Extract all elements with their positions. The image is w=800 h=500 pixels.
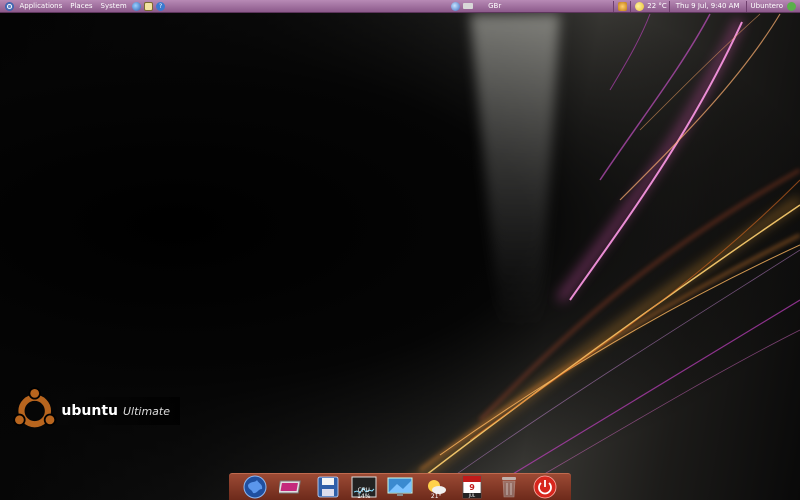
user-status-icon <box>786 1 796 11</box>
dock-item-trash[interactable] <box>496 474 522 500</box>
power-icon <box>533 475 557 499</box>
network-globe-icon[interactable] <box>450 1 460 11</box>
clock[interactable]: Thu 9 Jul, 9:40 AM <box>672 0 744 13</box>
user-name: Ubuntero <box>750 2 784 10</box>
ubuntu-menu-icon <box>5 1 14 11</box>
ubuntu-circle-of-friends-icon <box>13 387 57 428</box>
text-editor-launcher-icon[interactable] <box>144 1 154 11</box>
trash-can-icon <box>501 477 516 498</box>
cpu-usage-label: CPU 14% <box>357 487 371 500</box>
ubuntu-brand-text: ubuntu <box>61 403 118 419</box>
dock-item-calendar[interactable]: 9 JUL <box>459 474 485 500</box>
desktop: Applications Places System ? GBr 22 °C T… <box>0 0 800 500</box>
dock-item-cpu-monitor[interactable]: CPU 14% <box>351 474 377 500</box>
keyboard-layout-indicator[interactable]: GBr <box>488 0 501 13</box>
applications-menu[interactable]: Applications <box>0 0 66 13</box>
calendar-day-number: 9 <box>470 483 476 492</box>
dock-item-desktop[interactable] <box>387 474 413 500</box>
top-panel: Applications Places System ? GBr 22 °C T… <box>0 0 800 13</box>
keyboard-icon[interactable] <box>462 3 473 9</box>
monitor-icon <box>387 477 413 496</box>
ubuntu-ultimate-logo: ubuntu Ultimate <box>10 387 180 432</box>
weather-applet[interactable]: 22 °C <box>633 0 667 13</box>
dock-item-save[interactable] <box>315 474 341 500</box>
floppy-disk-icon <box>317 476 338 498</box>
system-menu[interactable]: System <box>97 0 131 13</box>
ubuntu-edition-text: Ultimate <box>122 404 170 418</box>
dock-item-shutdown[interactable] <box>532 474 558 500</box>
weather-temperature: 22 °C <box>647 2 667 10</box>
photo-frame-icon <box>279 480 302 494</box>
system-menu-label: System <box>100 2 127 10</box>
globe-icon <box>243 475 267 499</box>
dock-item-photos[interactable] <box>278 474 304 500</box>
cloudy-weather-icon <box>634 1 644 11</box>
dock-item-browser[interactable] <box>242 474 268 500</box>
calendar-month-text: JUL <box>468 493 476 498</box>
dock: CPU 14% 21° 9 JUL <box>229 473 571 500</box>
web-browser-launcher-icon[interactable] <box>132 1 142 11</box>
user-switcher[interactable]: Ubuntero <box>749 0 800 13</box>
help-launcher-icon[interactable]: ? <box>156 1 166 11</box>
ubuntu-wordmark: ubuntu Ultimate <box>57 397 180 425</box>
calendar-icon: 9 JUL <box>463 475 482 499</box>
places-menu-label: Places <box>70 2 93 10</box>
notification-icon[interactable] <box>617 1 627 11</box>
applications-menu-label: Applications <box>19 2 63 10</box>
dock-item-weather[interactable]: 21° <box>423 474 449 500</box>
dock-weather-temperature: 21° <box>430 493 442 500</box>
places-menu[interactable]: Places <box>66 0 96 13</box>
